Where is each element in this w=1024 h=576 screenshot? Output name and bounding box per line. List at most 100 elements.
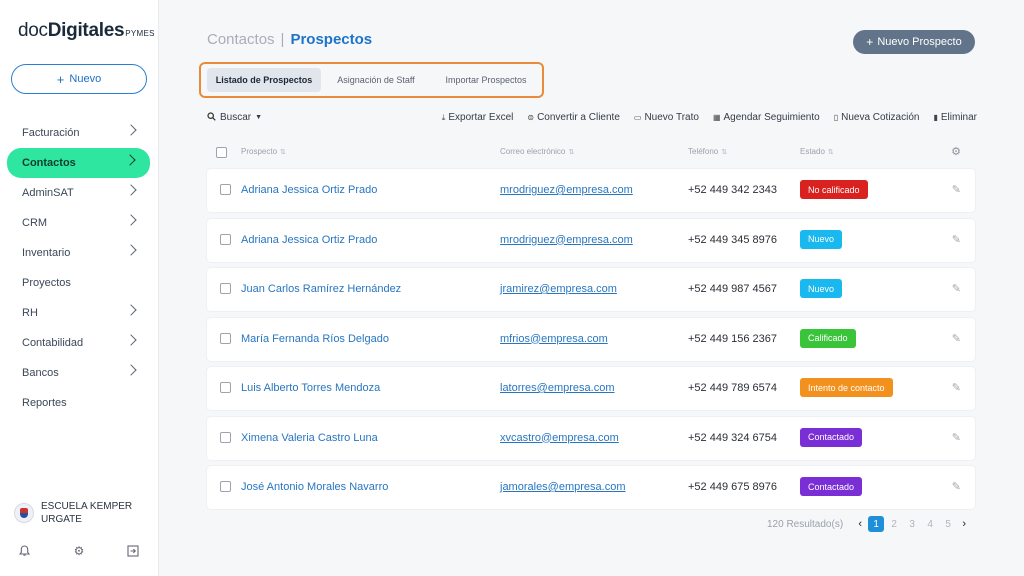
row-checkbox[interactable] [220, 233, 231, 245]
settings-gear-icon[interactable]: ⚙ [69, 541, 89, 561]
organization-name: ESCUELA KEMPER URGATE [41, 501, 133, 525]
column-settings-gear-icon[interactable]: ⚙ [951, 145, 961, 158]
sidebar-item-adminsat[interactable]: AdminSAT [0, 178, 159, 208]
column-status[interactable]: Estado ⇅ [800, 147, 834, 156]
prospect-name-link[interactable]: Ximena Valeria Castro Luna [241, 432, 378, 444]
phone-number: +52 449 324 6754 [688, 431, 778, 444]
table-row[interactable]: Luis Alberto Torres Mendoza latorres@empr… [207, 367, 975, 410]
action-briefcase-button[interactable]: ▭ Nuevo Trato [634, 112, 699, 123]
tab-prospect-list[interactable]: Listado de Prospectos [207, 68, 321, 92]
edit-pencil-icon[interactable]: ✎ [952, 183, 961, 196]
status-badge: Nuevo [800, 229, 843, 249]
search-dropdown[interactable]: Buscar ▼ [207, 112, 262, 123]
sidebar: docDigitalesPYMES + Nuevo Facturación Con… [0, 0, 159, 576]
action-document-button[interactable]: ▯ Nueva Cotización [834, 112, 920, 123]
prospect-name-link[interactable]: José Antonio Morales Navarro [241, 481, 388, 493]
action-download-button[interactable]: ⤓ Exportar Excel [442, 112, 514, 123]
prospect-name-link[interactable]: María Fernanda Ríos Delgado [241, 333, 389, 345]
row-checkbox[interactable] [220, 481, 231, 492]
notification-bell-icon[interactable] [14, 541, 34, 561]
email-link[interactable]: latorres@empresa.com [500, 382, 614, 394]
page-3-button[interactable]: 3 [904, 516, 920, 532]
table-row[interactable]: José Antonio Morales Navarro jamorales@em… [207, 466, 975, 509]
action-trash-button[interactable]: ▮ Eliminar [933, 112, 977, 123]
tab-bar: Listado de Prospectos Asignación de Staf… [199, 62, 544, 98]
edit-pencil-icon[interactable]: ✎ [952, 282, 961, 295]
chevron-down-icon: ▼ [255, 114, 263, 121]
school-crest-icon [14, 503, 34, 523]
sidebar-item-crm[interactable]: CRM [0, 208, 159, 238]
new-button[interactable]: + Nuevo [11, 64, 147, 94]
table-row[interactable]: María Fernanda Ríos Delgado mfrios@empres… [207, 317, 975, 361]
chevron-right-icon [125, 244, 137, 256]
sidebar-item-inventario[interactable]: Inventario [0, 238, 159, 268]
table-row[interactable]: Adriana Jessica Ortiz Prado mrodriguez@em… [207, 218, 975, 262]
edit-pencil-icon[interactable]: ✎ [952, 381, 961, 394]
phone-number: +52 449 345 8976 [688, 233, 778, 246]
sidebar-item-proyectos[interactable]: Proyectos [0, 268, 159, 298]
edit-pencil-icon[interactable]: ✎ [952, 233, 961, 246]
sidebar-item-label: RH [22, 307, 38, 319]
chevron-right-icon [125, 214, 137, 226]
sidebar-item-reportes[interactable]: Reportes [0, 388, 159, 418]
action-calendar-button[interactable]: ▦ Agendar Seguimiento [713, 112, 820, 123]
plus-icon: + [56, 71, 65, 87]
row-checkbox[interactable] [220, 382, 231, 393]
email-link[interactable]: mrodriguez@empresa.com [500, 234, 633, 246]
chevron-right-icon[interactable]: › [957, 518, 971, 530]
sidebar-item-label: Proyectos [22, 277, 71, 289]
page-4-button[interactable]: 4 [922, 516, 938, 532]
table-row[interactable]: Adriana Jessica Ortiz Prado mrodriguez@em… [207, 169, 975, 212]
sidebar-footer: ⚙ [0, 541, 159, 561]
edit-pencil-icon[interactable]: ✎ [952, 480, 961, 493]
breadcrumb-separator: | [280, 31, 285, 48]
table-row[interactable]: Juan Carlos Ramírez Hernández jramirez@em… [207, 268, 975, 311]
sidebar-item-rh[interactable]: RH [0, 298, 159, 328]
sidebar-item-contabilidad[interactable]: Contabilidad [0, 328, 159, 358]
edit-pencil-icon[interactable]: ✎ [952, 332, 961, 345]
bulk-actions: ⤓ Exportar Excel ⊜ Convertir a Cliente ▭ Nuev… [428, 112, 977, 123]
phone-number: +52 449 156 2367 [688, 332, 778, 345]
sort-icon: ⇅ [721, 149, 728, 156]
prospect-name-link[interactable]: Luis Alberto Torres Mendoza [241, 382, 380, 394]
row-checkbox[interactable] [220, 283, 231, 294]
table-row[interactable]: Ximena Valeria Castro Luna xvcastro@empre… [207, 416, 975, 460]
sidebar-item-contactos[interactable]: Contactos [7, 148, 150, 178]
action-convert-button[interactable]: ⊜ Convertir a Cliente [527, 112, 620, 123]
row-checkbox[interactable] [220, 431, 231, 443]
select-all-checkbox[interactable] [216, 147, 227, 158]
brand-logo[interactable]: docDigitalesPYMES [18, 20, 155, 42]
sidebar-item-facturacion[interactable]: Facturación [0, 118, 159, 148]
email-link[interactable]: xvcastro@empresa.com [500, 432, 619, 444]
page-2-button[interactable]: 2 [886, 516, 902, 532]
email-link[interactable]: jamorales@empresa.com [500, 481, 626, 493]
status-badge: Contactado [800, 477, 863, 496]
chevron-left-icon[interactable]: ‹ [853, 518, 867, 530]
edit-pencil-icon[interactable]: ✎ [952, 431, 961, 444]
plus-icon: + [866, 35, 874, 49]
breadcrumb-parent[interactable]: Contactos [207, 31, 275, 48]
organization-switcher[interactable]: ESCUELA KEMPER URGATE [14, 500, 132, 526]
page-5-button[interactable]: 5 [940, 516, 956, 532]
email-link[interactable]: mfrios@empresa.com [500, 333, 608, 345]
row-checkbox[interactable] [220, 332, 231, 344]
prospect-name-link[interactable]: Adriana Jessica Ortiz Prado [241, 234, 377, 246]
tab-staff-assignment[interactable]: Asignación de Staff [321, 68, 431, 92]
email-link[interactable]: mrodriguez@empresa.com [500, 184, 633, 196]
chevron-right-icon [125, 124, 137, 136]
logout-icon[interactable] [123, 541, 143, 561]
column-email[interactable]: Correo electrónico ⇅ [500, 147, 574, 156]
column-prospect[interactable]: Prospecto ⇅ [241, 147, 286, 156]
phone-number: +52 449 987 4567 [688, 283, 778, 295]
tab-import-prospects[interactable]: Importar Prospectos [431, 68, 541, 92]
new-prospect-button[interactable]: + Nuevo Prospecto [853, 30, 975, 54]
sidebar-item-label: AdminSAT [22, 187, 74, 199]
briefcase-icon: ▭ [633, 113, 642, 122]
prospect-name-link[interactable]: Juan Carlos Ramírez Hernández [241, 283, 401, 295]
column-phone[interactable]: Teléfono ⇅ [688, 147, 727, 156]
sidebar-item-bancos[interactable]: Bancos [0, 358, 159, 388]
page-1-button[interactable]: 1 [868, 516, 885, 532]
email-link[interactable]: jramirez@empresa.com [500, 283, 617, 295]
prospect-name-link[interactable]: Adriana Jessica Ortiz Prado [241, 184, 377, 196]
row-checkbox[interactable] [220, 184, 231, 195]
